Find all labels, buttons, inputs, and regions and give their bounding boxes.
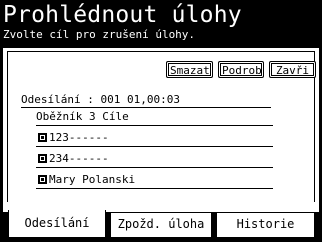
tab-label: Historie [236,217,295,231]
list-item[interactable]: Oběžník 3 Cíle [36,110,273,126]
list-item[interactable]: Mary Polanski [36,173,273,189]
job-header[interactable]: Odesílání : 001 01,00:03 [21,93,271,108]
tab-bar: Odesílání Zpožd. úloha Historie [0,210,322,242]
list-item[interactable]: 234------ [36,152,273,168]
job-status-screen: Prohlédnout úlohy Zvolte cíl pro zrušení… [0,0,322,242]
job-list-panel: Smazat Podrob Zavři Odesílání : 001 01,0… [2,47,320,213]
detail-button[interactable]: Podrob [218,61,264,78]
tab-send[interactable]: Odesílání [8,210,106,238]
list-item-label: Mary Polanski [49,173,136,186]
tab-history[interactable]: Historie [216,212,315,238]
list-item-label: 123------ [49,131,109,144]
close-button[interactable]: Zavři [269,61,316,78]
list-item-label: Oběžník 3 Cíle [36,110,129,123]
list-item-label: 234------ [49,152,109,165]
tab-label: Zpožd. úloha [117,217,205,231]
fax-icon [38,175,47,184]
fax-icon [38,133,47,142]
tab-label: Odesílání [24,216,90,230]
tab-delayed-job[interactable]: Zpožd. úloha [110,212,212,238]
page-title: Prohlédnout úlohy [3,2,242,28]
fax-icon [38,154,47,163]
list-item[interactable]: 123------ [36,131,273,147]
page-subtitle: Zvolte cíl pro zrušení úlohy. [3,28,196,41]
delete-button[interactable]: Smazat [166,61,213,78]
